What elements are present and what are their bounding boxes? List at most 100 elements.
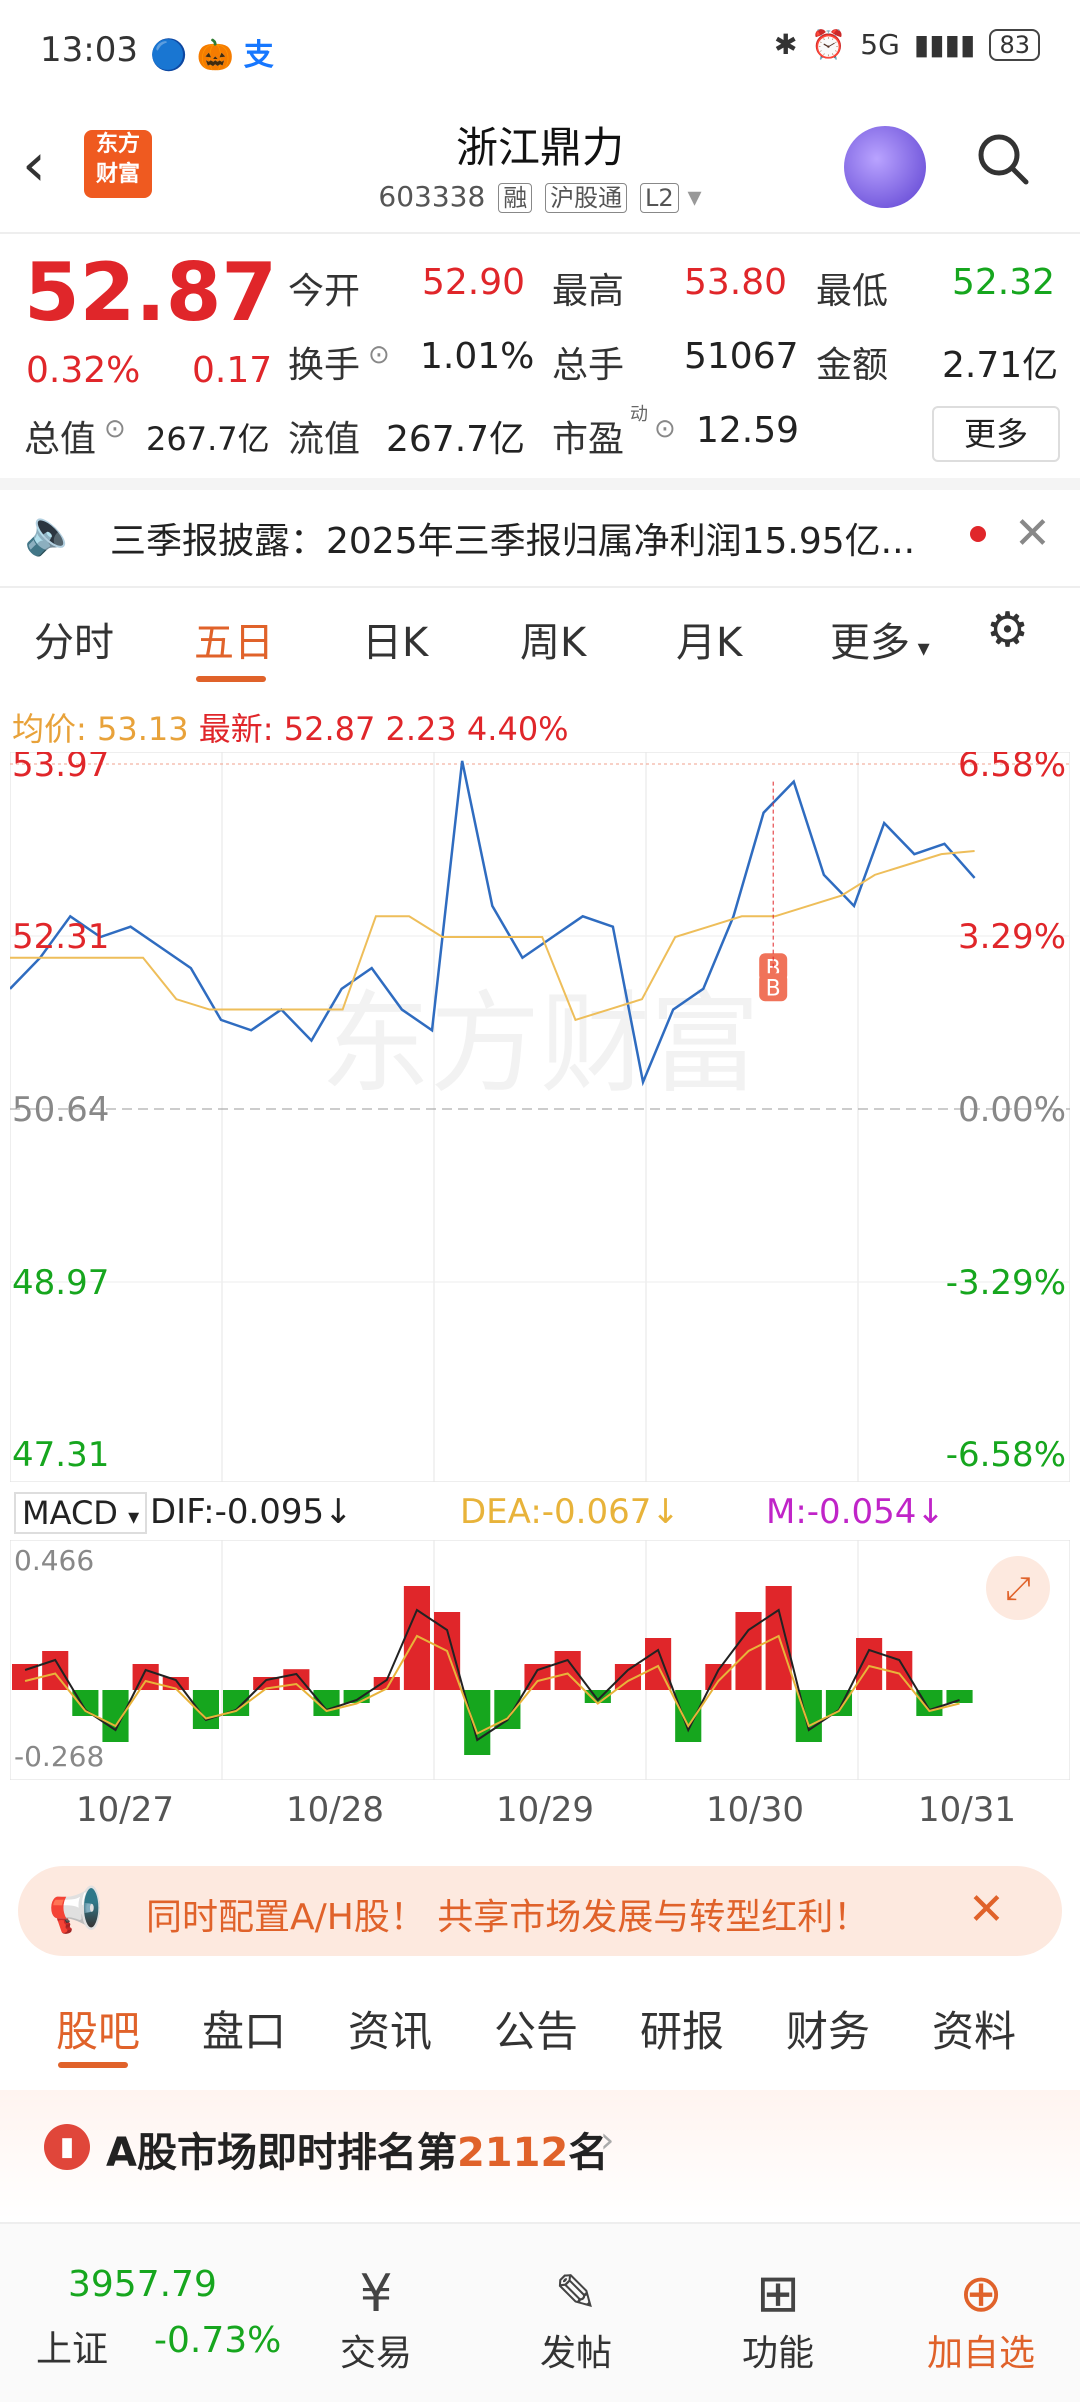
latest-value: 52.87: [283, 710, 376, 748]
notice-divider: [0, 586, 1080, 588]
content-tabs: 股吧 盘口 资讯 公告 研报 财务 资料: [0, 1990, 1080, 2070]
trade-label: 交易: [339, 2333, 412, 2374]
function-label: 功能: [741, 2333, 814, 2374]
float-label: 流值: [288, 419, 361, 460]
high-label: 最高: [552, 271, 625, 312]
tab-news[interactable]: 资讯: [348, 1998, 432, 2059]
function-button[interactable]: ⊞ 功能: [728, 2264, 828, 2376]
chart-frame: [9, 751, 1071, 1483]
trade-button[interactable]: ¥ 交易: [326, 2264, 426, 2376]
dropdown-icon[interactable]: ▾: [688, 180, 702, 213]
open-label: 今开: [288, 271, 361, 312]
price-chart-svg: 东方财富 53.97 52.31 50.64 48.97 47.31 6.58% 3.29% 0…: [9, 745, 1071, 1483]
post-button[interactable]: ✎ 发帖: [526, 2264, 626, 2376]
indicator-selector[interactable]: MACD ▾: [14, 1492, 148, 1534]
info-icon[interactable]: ⊙: [104, 414, 126, 444]
status-right: ✱ ⏰ 5G ▮▮▮▮ 83: [774, 28, 1040, 61]
market-rank[interactable]: ▮ A股市场即时排名第2112名 ›: [0, 2090, 1080, 2220]
y-tick-left: 52.31: [12, 917, 109, 957]
index-percent[interactable]: -0.73%: [154, 2320, 281, 2361]
dif-value: DIF:-0.095↓: [150, 1492, 353, 1532]
alarm-icon: ⏰: [811, 28, 847, 61]
tab-finance[interactable]: 财务: [786, 1998, 870, 2059]
rank-prefix: A股市场即时排名第: [106, 2130, 457, 2176]
y-tick-right: 0.00%: [958, 1090, 1066, 1130]
low-label: 最低: [816, 271, 889, 312]
search-icon[interactable]: [976, 132, 1030, 186]
m-value: M:-0.054↓: [766, 1492, 945, 1532]
chart-tabs: 分时 五日 日K 周K 月K 更多 ▾ ⚙: [0, 590, 1080, 690]
mktcap-label: 总值: [24, 419, 97, 460]
info-icon[interactable]: ⊙: [368, 340, 390, 370]
macd-histogram-bar: [283, 1669, 310, 1690]
index-value[interactable]: 3957.79: [68, 2264, 217, 2305]
y-tick-left: 53.97: [12, 752, 109, 785]
tab-pankou[interactable]: 盘口: [202, 1998, 286, 2059]
expand-icon[interactable]: ⤢: [986, 1556, 1050, 1620]
promo-banner[interactable]: 📢 同时配置A/H股！ 共享市场发展与转型红利！ ✕: [18, 1866, 1062, 1956]
rank-number: 2112: [456, 2130, 569, 2176]
edit-icon: ✎: [554, 2264, 598, 2324]
indicator-label: MACD: [22, 1494, 118, 1532]
high-value: 53.80: [684, 262, 788, 303]
settings-icon[interactable]: ⚙: [986, 602, 1029, 658]
more-button[interactable]: 更多: [932, 406, 1060, 462]
tab-daily-k[interactable]: 日K: [362, 610, 428, 668]
avg-value: 53.13: [96, 710, 189, 748]
volume-value: 51067: [684, 336, 799, 377]
tab-research[interactable]: 研报: [640, 1998, 724, 2059]
index-name[interactable]: 上证: [36, 2320, 108, 2372]
tab-monthly-k[interactable]: 月K: [676, 610, 742, 668]
close-icon[interactable]: ✕: [1014, 508, 1051, 559]
y-tick-right: -6.58%: [946, 1435, 1066, 1475]
tab-guba[interactable]: 股吧: [56, 1998, 140, 2059]
speaker-icon: 🔈: [24, 507, 79, 558]
pe-label: 市盈: [552, 419, 625, 460]
y-tick-left: 48.97: [12, 1263, 109, 1303]
y-tick-right: -3.29%: [946, 1263, 1066, 1303]
robot-assistant-avatar[interactable]: [844, 126, 926, 208]
latest-change: 2.23: [385, 710, 457, 748]
unread-dot: [970, 526, 986, 542]
y-tick-left: 47.31: [12, 1435, 109, 1475]
change-amount: 0.17: [192, 350, 273, 391]
l2-tag: L2: [640, 183, 679, 213]
tab-weekly-k[interactable]: 周K: [520, 610, 586, 668]
macd-header: MACD ▾ DIF:-0.095↓ DEA:-0.067↓ M:-0.054↓: [10, 1488, 1070, 1538]
notice-text: 三季报披露：2025年三季报归属净利润15.95亿...: [110, 521, 916, 562]
tab-more[interactable]: 更多 ▾: [830, 610, 930, 668]
tab-announcements[interactable]: 公告: [494, 1998, 578, 2059]
post-label: 发帖: [539, 2333, 612, 2374]
low-value: 52.32: [952, 262, 1056, 303]
bottom-bar: 3957.79 上证 -0.73% ¥ 交易 ✎ 发帖 ⊞ 功能 ⊕ 加自选: [0, 2222, 1080, 2402]
quote-divider: [0, 478, 1080, 490]
status-time: 13:03: [40, 30, 138, 70]
add-circle-icon: ⊕: [959, 2264, 1003, 2324]
stock-header: ‹ 东方 财富 浙江鼎力 603338 融 沪股通 L2 ▾: [0, 100, 1080, 230]
price-chart[interactable]: 东方财富 53.97 52.31 50.64 48.97 47.31 6.58% 3.29% 0…: [9, 745, 1071, 1483]
tab-intraday[interactable]: 分时: [34, 610, 114, 668]
status-app-icons: 🔵 🎃 支: [150, 38, 274, 73]
avg-label: 均价:: [12, 710, 87, 748]
date-label: 10/28: [286, 1790, 384, 1830]
megaphone-icon: 📢: [48, 1885, 103, 1936]
macd-chart-svg: [9, 1539, 1071, 1781]
close-icon[interactable]: ✕: [968, 1884, 1005, 1935]
current-price: 52.87: [24, 246, 278, 339]
content-tab-indicator: [58, 2062, 128, 2068]
tab-five-day[interactable]: 五日: [194, 610, 274, 668]
tab-profile[interactable]: 资料: [932, 1998, 1016, 2059]
macd-top-value: 0.466: [14, 1544, 95, 1577]
date-label: 10/27: [76, 1790, 174, 1830]
mktcap-value: 267.7亿: [146, 420, 270, 458]
macd-histogram-bar: [856, 1638, 883, 1690]
quote-panel: 52.87 0.32% 0.17 今开 52.90 最高 53.80 最低 52…: [0, 240, 1080, 470]
macd-chart[interactable]: 0.466 -0.268 ⤢: [9, 1539, 1071, 1781]
stock-code: 603338: [378, 180, 486, 213]
info-icon[interactable]: ⊙: [654, 414, 676, 444]
add-watchlist-button[interactable]: ⊕ 加自选: [916, 2264, 1046, 2376]
add-label: 加自选: [926, 2333, 1035, 2374]
dea-value: DEA:-0.067↓: [460, 1492, 680, 1532]
notice-bar[interactable]: 🔈 三季报披露：2025年三季报归属净利润15.95亿... ✕: [0, 490, 1080, 580]
latest-percent: 4.40%: [466, 710, 569, 748]
